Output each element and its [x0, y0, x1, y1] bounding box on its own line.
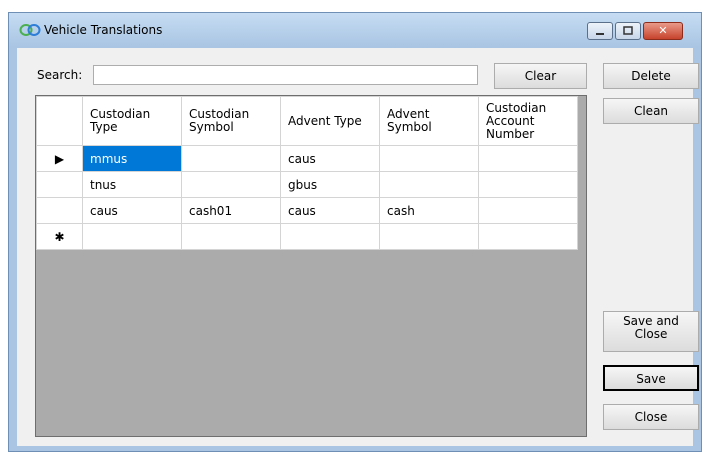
grid-cell[interactable]: cash	[379, 197, 479, 224]
save-button[interactable]: Save	[603, 365, 699, 391]
maximize-icon	[623, 26, 633, 35]
table-row[interactable]: caus cash01 caus cash	[36, 197, 578, 224]
column-header-custodian-type[interactable]: Custodian Type	[82, 96, 182, 146]
minimize-icon	[596, 33, 604, 35]
grid-table: Custodian Type Custodian Symbol Advent T…	[36, 96, 578, 250]
grid-cell[interactable]	[379, 223, 479, 250]
delete-button[interactable]: Delete	[603, 63, 699, 89]
grid-cell[interactable]: cash01	[181, 197, 281, 224]
dialog-body: Search: Clear Delete Clean Save and Clos…	[17, 48, 699, 446]
close-icon: ✕	[658, 24, 668, 37]
column-header-custodian-symbol[interactable]: Custodian Symbol	[181, 96, 281, 146]
minimize-button[interactable]	[587, 22, 613, 40]
row-indicator[interactable]	[36, 171, 83, 198]
grid-cell[interactable]	[82, 223, 182, 250]
vehicle-translations-window: Vehicle Translations ✕ Search: Clear Del…	[8, 12, 702, 452]
column-header-custodian-account-number[interactable]: Custodian Account Number	[478, 96, 578, 146]
clear-button[interactable]: Clear	[494, 63, 587, 89]
app-logo-icon	[19, 24, 41, 36]
grid-corner-header[interactable]	[36, 96, 83, 146]
grid-cell-selected[interactable]: mmus	[82, 145, 182, 172]
grid-cell[interactable]	[478, 197, 578, 224]
grid-cell[interactable]	[478, 145, 578, 172]
title-bar[interactable]: Vehicle Translations ✕	[9, 13, 701, 47]
new-row-indicator[interactable]: ✱	[36, 223, 83, 250]
grid-cell[interactable]: gbus	[280, 171, 380, 198]
grid-cell[interactable]	[280, 223, 380, 250]
column-header-advent-symbol[interactable]: Advent Symbol	[379, 96, 479, 146]
search-label: Search:	[37, 68, 83, 82]
save-and-close-button[interactable]: Save and Close	[603, 311, 699, 352]
table-row[interactable]: ▶ mmus caus	[36, 145, 578, 172]
grid-cell[interactable]: caus	[280, 145, 380, 172]
save-and-close-label-line2: Close	[634, 327, 668, 341]
maximize-button[interactable]	[615, 22, 641, 40]
grid-cell[interactable]: caus	[280, 197, 380, 224]
grid-cell[interactable]: caus	[82, 197, 182, 224]
column-header-advent-type[interactable]: Advent Type	[280, 96, 380, 146]
translations-grid[interactable]: Custodian Type Custodian Symbol Advent T…	[35, 95, 587, 437]
grid-cell[interactable]	[181, 171, 281, 198]
save-and-close-label-line1: Save and	[623, 314, 679, 328]
row-indicator[interactable]	[36, 197, 83, 224]
search-input[interactable]	[93, 65, 478, 85]
grid-cell[interactable]	[181, 223, 281, 250]
close-window-button[interactable]: ✕	[643, 22, 683, 40]
table-row[interactable]: tnus gbus	[36, 171, 578, 198]
grid-cell[interactable]: tnus	[82, 171, 182, 198]
row-indicator-current[interactable]: ▶	[36, 145, 83, 172]
clean-button[interactable]: Clean	[603, 98, 699, 124]
close-button[interactable]: Close	[603, 404, 699, 430]
grid-cell[interactable]	[181, 145, 281, 172]
grid-cell[interactable]	[478, 223, 578, 250]
grid-header-row: Custodian Type Custodian Symbol Advent T…	[36, 96, 578, 146]
window-title: Vehicle Translations	[44, 23, 163, 37]
grid-cell[interactable]	[478, 171, 578, 198]
grid-cell[interactable]	[379, 145, 479, 172]
grid-cell[interactable]	[379, 171, 479, 198]
table-row-new[interactable]: ✱	[36, 223, 578, 250]
